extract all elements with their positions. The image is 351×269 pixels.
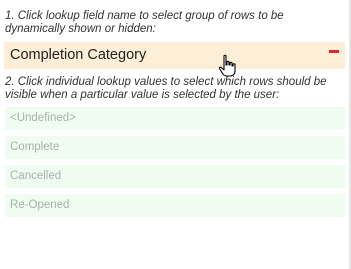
- lookup-value-label: Re-Opened: [10, 199, 70, 211]
- lookup-group-title: Completion Category: [10, 47, 147, 63]
- lookup-group-header[interactable]: Completion Category: [4, 42, 345, 69]
- lookup-value-row[interactable]: Complete: [5, 136, 345, 159]
- instruction-step-2: 2. Click individual lookup values to sel…: [5, 76, 327, 101]
- lookup-value-label: Cancelled: [10, 170, 62, 182]
- lookup-visibility-panel: 1. Click lookup field name to select gro…: [0, 0, 351, 269]
- lookup-value-label: Complete: [10, 141, 60, 153]
- lookup-value-row[interactable]: Cancelled: [5, 165, 345, 188]
- lookup-value-label: <Undefined>: [10, 112, 76, 124]
- lookup-value-row[interactable]: Re-Opened: [5, 194, 345, 217]
- lookup-value-row[interactable]: <Undefined>: [5, 107, 345, 130]
- instruction-step-1: 1. Click lookup field name to select gro…: [5, 10, 284, 35]
- minus-icon[interactable]: [329, 50, 339, 53]
